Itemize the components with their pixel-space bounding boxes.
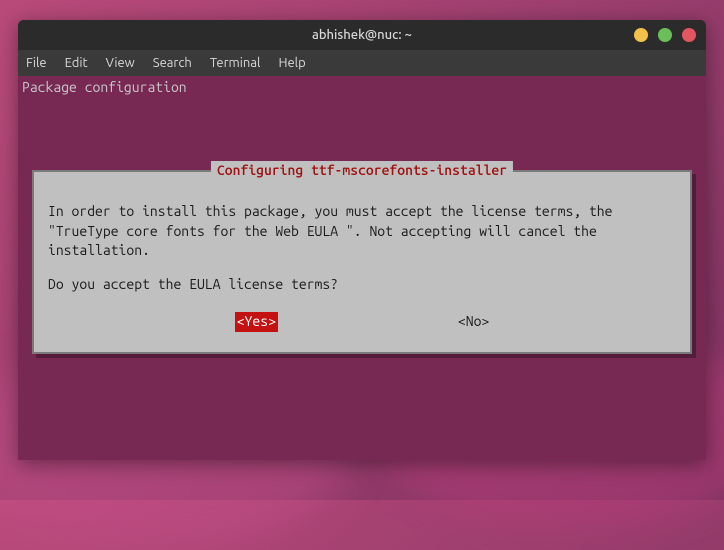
titlebar[interactable]: abhishek@nuc: ~: [18, 20, 706, 50]
no-button[interactable]: <No>: [458, 312, 489, 332]
menu-terminal[interactable]: Terminal: [210, 56, 261, 70]
menu-help[interactable]: Help: [278, 56, 305, 70]
package-config-header: Package configuration: [22, 78, 702, 98]
dialog-body: In order to install this package, you mu…: [48, 202, 676, 294]
yes-button[interactable]: <Yes>: [235, 312, 278, 332]
close-icon[interactable]: [682, 28, 696, 42]
terminal-body[interactable]: Package configuration Configuring ttf-ms…: [18, 76, 706, 460]
menu-search[interactable]: Search: [153, 56, 192, 70]
menu-edit[interactable]: Edit: [65, 56, 88, 70]
menu-file[interactable]: File: [26, 56, 47, 70]
menu-view[interactable]: View: [106, 56, 135, 70]
maximize-icon[interactable]: [658, 28, 672, 42]
config-dialog: Configuring ttf-mscorefonts-installer In…: [32, 170, 692, 354]
window-controls: [634, 28, 696, 42]
menubar: File Edit View Search Terminal Help: [18, 50, 706, 76]
terminal-window: abhishek@nuc: ~ File Edit View Search Te…: [18, 20, 706, 460]
dialog-wrapper: Configuring ttf-mscorefonts-installer In…: [32, 170, 692, 364]
dialog-text-1: In order to install this package, you mu…: [48, 202, 676, 261]
dialog-text-2: Do you accept the EULA license terms?: [48, 275, 676, 295]
window-title: abhishek@nuc: ~: [312, 28, 412, 42]
minimize-icon[interactable]: [634, 28, 648, 42]
dialog-title: Configuring ttf-mscorefonts-installer: [211, 161, 513, 181]
dialog-buttons: <Yes> <No>: [48, 312, 676, 332]
